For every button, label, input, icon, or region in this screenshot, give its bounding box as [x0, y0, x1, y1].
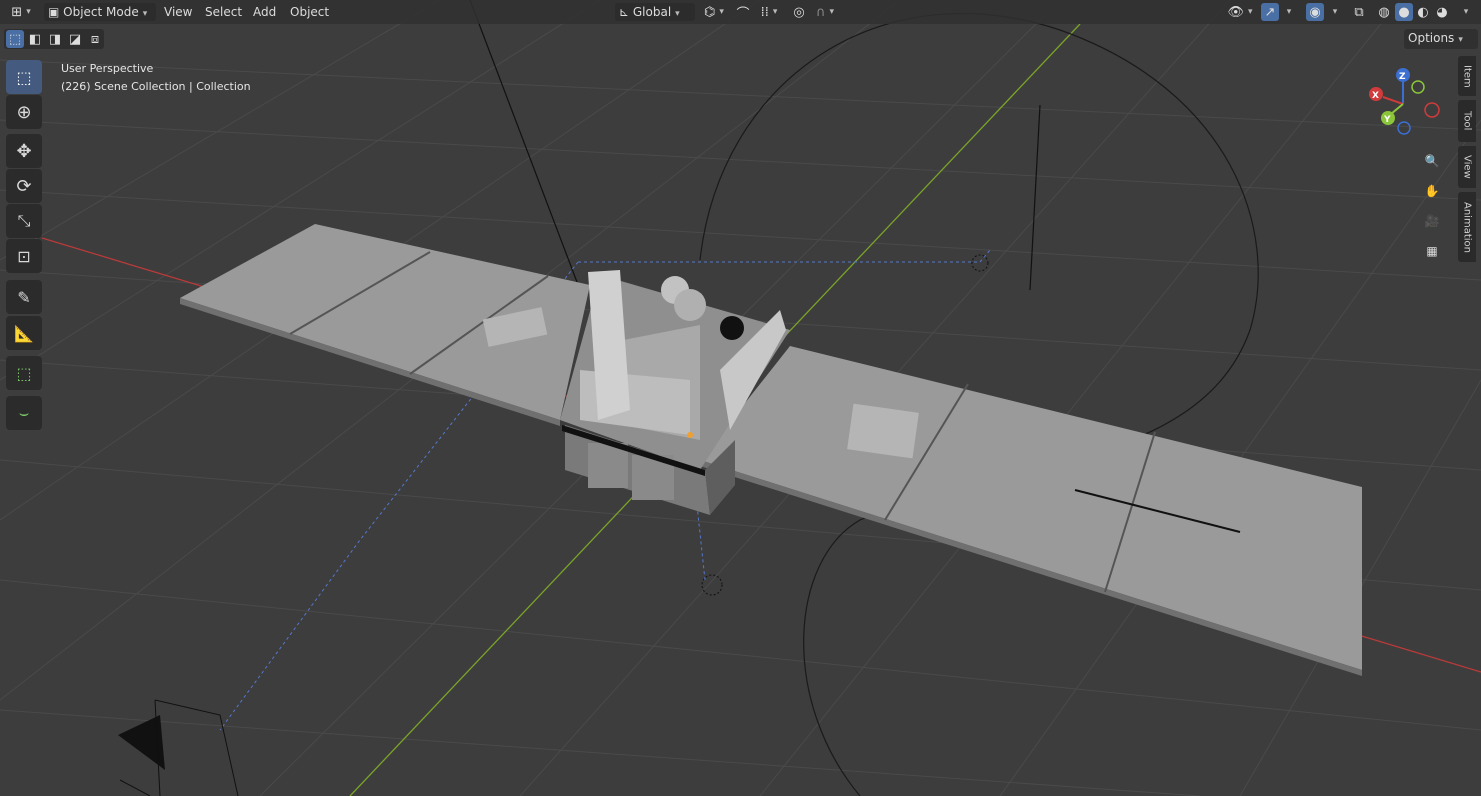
material-shading-icon[interactable]: ◐: [1414, 3, 1432, 21]
transform-tool[interactable]: ⊡: [6, 239, 42, 273]
add-cube-tool[interactable]: ⬚: [6, 356, 42, 390]
menu-object[interactable]: Object: [286, 3, 333, 21]
menu-select[interactable]: Select: [201, 3, 246, 21]
select-box-tool[interactable]: ⬚: [6, 60, 42, 94]
measure-tool[interactable]: 📐: [6, 316, 42, 350]
snap-target-icon[interactable]: ⁞⁞ ▾: [756, 3, 782, 21]
gizmo-z-label: Z: [1399, 72, 1406, 82]
edit-curve-tool[interactable]: ⌣: [6, 396, 42, 430]
select-extend-icon[interactable]: ◧: [26, 30, 44, 48]
selection-mode-group: ⬚ ◧ ◨ ◪ ⧈: [4, 29, 104, 49]
3d-viewport[interactable]: Z X Y ⊞ ▾ ▣ Object Mode ▾ View Select Add …: [0, 0, 1481, 796]
xray-toggle-icon[interactable]: ⧉: [1350, 3, 1368, 21]
curve-icon: ⌣: [18, 403, 30, 422]
chevron-down-icon[interactable]: ▾: [1326, 3, 1340, 21]
menu-view[interactable]: View: [160, 3, 196, 21]
viewport-perspective-label: User Perspective: [61, 62, 154, 75]
chevron-down-icon: ▾: [142, 9, 148, 19]
mode-dropdown[interactable]: ▣ Object Mode ▾: [44, 3, 156, 21]
orientation-dropdown[interactable]: ⊾ Global ▾: [615, 3, 695, 21]
tab-animation[interactable]: Animation: [1458, 192, 1476, 262]
cursor-tool[interactable]: ⊕: [6, 95, 42, 129]
solar-panel-left: [180, 224, 590, 426]
rotate-tool[interactable]: ⟳: [6, 169, 42, 203]
transform-icon: ⊡: [17, 246, 31, 266]
tab-tool[interactable]: Tool: [1458, 100, 1476, 142]
perspective-grid-icon[interactable]: ▦: [1421, 240, 1443, 262]
pivot-point-icon[interactable]: ⌬ ▾: [700, 3, 728, 21]
overlay-toggle-icon[interactable]: ◉: [1306, 3, 1324, 21]
shading-options-dropdown[interactable]: ▾: [1454, 3, 1474, 21]
solid-shading-icon[interactable]: ●: [1395, 3, 1413, 21]
viewport-header: ⊞ ▾ ▣ Object Mode ▾ View Select Add Object…: [0, 0, 1481, 24]
pencil-icon: ✎: [17, 287, 31, 307]
rotate-icon: ⟳: [16, 175, 32, 197]
visibility-icon[interactable]: 👁 ▾: [1225, 3, 1255, 21]
options-label: Options: [1408, 31, 1455, 45]
rendered-shading-icon[interactable]: ◕: [1433, 3, 1451, 21]
gizmo-y-label: Y: [1383, 115, 1391, 125]
move-icon: ✥: [16, 140, 32, 162]
zoom-icon[interactable]: 🔍: [1421, 150, 1443, 172]
proportional-edit-icon[interactable]: ◎: [790, 3, 808, 21]
editor-type-dropdown[interactable]: ⊞ ▾: [6, 3, 36, 21]
solar-panel-right: [700, 346, 1362, 676]
object-mode-icon: ▣: [48, 5, 64, 19]
select-invert-icon[interactable]: ◪: [66, 30, 84, 48]
viewport-collection-label: (226) Scene Collection | Collection: [61, 80, 251, 93]
select-subtract-icon[interactable]: ◨: [46, 30, 64, 48]
crosshair-icon: ⊕: [16, 101, 32, 123]
cursor-arrow-icon: ⬚: [16, 67, 32, 87]
scale-icon: ⤡: [17, 211, 31, 230]
add-cube-icon: ⬚: [16, 363, 32, 383]
gizmo-x-label: X: [1372, 91, 1379, 101]
falloff-icon[interactable]: ∩ ▾: [812, 3, 838, 21]
wireframe-shading-icon[interactable]: ◍: [1375, 3, 1393, 21]
annotate-tool[interactable]: ✎: [6, 280, 42, 314]
chevron-down-icon[interactable]: ▾: [1280, 3, 1294, 21]
orientation-icon: ⊾: [619, 5, 633, 19]
camera-view-icon[interactable]: 🎥: [1421, 210, 1443, 232]
select-new-icon[interactable]: ⬚: [6, 30, 24, 48]
options-dropdown[interactable]: Options ▾: [1404, 29, 1478, 49]
ruler-icon: 📐: [14, 323, 34, 343]
mode-label: Object Mode: [63, 5, 139, 19]
camera-object: [118, 699, 239, 796]
pan-hand-icon[interactable]: ✋: [1421, 180, 1443, 202]
snap-toggle-icon[interactable]: ⌒: [734, 3, 752, 22]
orientation-label: Global: [632, 5, 672, 19]
tab-view[interactable]: View: [1458, 146, 1476, 188]
tab-item[interactable]: Item: [1458, 56, 1476, 96]
scale-tool[interactable]: ⤡: [6, 204, 42, 238]
move-tool[interactable]: ✥: [6, 134, 42, 168]
gizmo-toggle-icon[interactable]: ↗: [1261, 3, 1279, 21]
select-intersect-icon[interactable]: ⧈: [86, 30, 104, 48]
scene-canvas[interactable]: Z X Y: [0, 0, 1481, 796]
navigation-gizmo: Z X Y: [1369, 68, 1440, 135]
menu-add[interactable]: Add: [249, 3, 280, 21]
